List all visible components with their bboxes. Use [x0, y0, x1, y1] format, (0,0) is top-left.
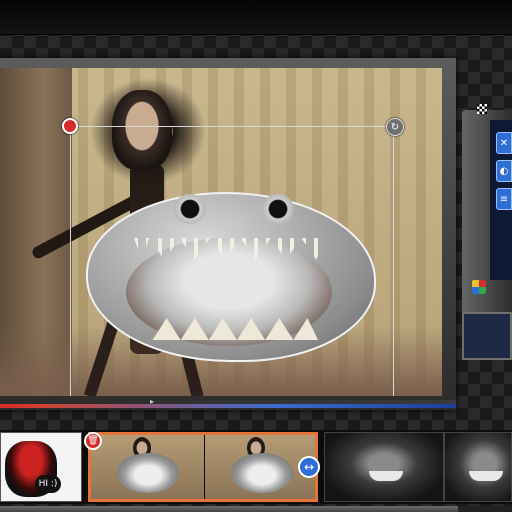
delete-sticker-button[interactable]	[62, 118, 78, 134]
side-tool-button-1[interactable]: ✕	[496, 132, 512, 154]
timeline-clip-selected[interactable]	[88, 432, 318, 502]
trash-icon: 🗑	[87, 436, 99, 446]
horizontal-resize-icon: ↔	[303, 460, 315, 474]
delete-clip-button[interactable]: 🗑	[84, 432, 102, 450]
editor-canvas[interactable]: ↻ ⤡	[0, 68, 442, 396]
color-palette-icon[interactable]	[472, 280, 486, 294]
clip-smile	[369, 471, 403, 481]
canvas-accent-line	[0, 404, 456, 408]
clip-frame-sticker	[231, 453, 293, 493]
clip-frame	[91, 435, 204, 499]
rotate-icon: ↻	[390, 121, 400, 133]
tool-2-icon: ◐	[499, 165, 509, 177]
selection-box[interactable]	[70, 126, 394, 396]
timeline-clip-4[interactable]	[444, 432, 512, 502]
rotate-sticker-button[interactable]: ↻	[386, 118, 404, 136]
side-preview-box[interactable]	[462, 312, 512, 360]
clip-frame-sticker	[117, 453, 179, 493]
canvas-position-marker: ▸	[150, 397, 155, 406]
canvas-frame: ↻ ⤡	[0, 58, 456, 410]
tool-1-icon: ✕	[499, 137, 509, 149]
clip-smile	[469, 471, 503, 481]
clip-caption: HI :)	[35, 475, 61, 493]
timeline-scrollbar-thumb[interactable]	[0, 506, 458, 512]
checkered-flag-icon	[477, 104, 487, 114]
timeline-clip-1[interactable]: HI :)	[0, 432, 82, 502]
resize-clip-handle[interactable]: ↔	[298, 456, 320, 478]
top-toolbar	[0, 0, 512, 35]
side-tool-button-2[interactable]: ◐	[496, 160, 512, 182]
timeline-clip-3[interactable]	[324, 432, 444, 502]
side-tool-button-3[interactable]: ≡	[496, 188, 512, 210]
tool-3-icon: ≡	[499, 193, 509, 205]
